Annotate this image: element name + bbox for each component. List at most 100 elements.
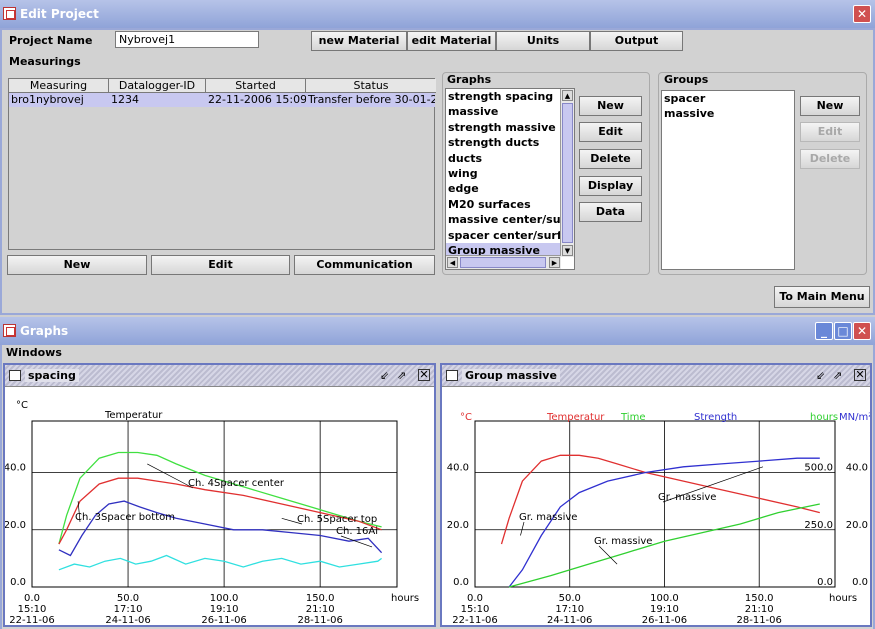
graphs-list-item[interactable]: ducts xyxy=(446,151,560,166)
close-icon[interactable]: ✕ xyxy=(418,369,430,381)
scroll-thumb[interactable] xyxy=(562,103,573,243)
new-material-button[interactable]: new Material xyxy=(311,31,407,51)
graph-data-button[interactable]: Data xyxy=(579,202,642,222)
y-tick-label: 0.0 xyxy=(10,577,26,588)
x-tick-label: 21:10 xyxy=(745,604,774,615)
graphs-list-item[interactable]: strength ducts xyxy=(446,135,560,150)
spacing-chart-titlebar[interactable]: spacing ⇙ ⇗ ✕ xyxy=(5,365,434,387)
y-tick-label-mid: 500.0 xyxy=(804,463,833,474)
windows-menu[interactable]: Windows xyxy=(6,346,62,359)
table-header-measuring[interactable]: Measuring xyxy=(9,79,109,93)
graphs-titlebar[interactable]: Graphs _ □ ✕ xyxy=(0,317,875,345)
x-tick-label: 50.0 xyxy=(559,593,581,604)
x-tick-label: 100.0 xyxy=(650,593,679,604)
graphs-list-item[interactable]: massive center/surface xyxy=(446,212,574,227)
x-tick-label: 0.0 xyxy=(467,593,483,604)
table-header-datalogger[interactable]: Datalogger-ID xyxy=(109,79,206,93)
annotation-label: Gr. massive xyxy=(519,512,577,523)
scroll-right-icon[interactable]: ▶ xyxy=(549,257,560,268)
group-edit-button[interactable]: Edit xyxy=(800,122,860,142)
legend-label: Temperatur xyxy=(546,412,605,423)
scroll-down-icon[interactable]: ▼ xyxy=(562,245,573,256)
close-icon[interactable]: ✕ xyxy=(853,322,871,340)
y-tick-label-mid: 250.0 xyxy=(804,520,833,531)
x-tick-label: 17:10 xyxy=(555,604,584,615)
graph-delete-button[interactable]: Delete xyxy=(579,149,642,169)
groups-list-item[interactable]: massive xyxy=(662,106,794,121)
groups-list[interactable]: spacer massive xyxy=(661,90,795,270)
table-cell-datalogger[interactable]: 1234 xyxy=(109,93,206,107)
scroll-left-icon[interactable]: ◀ xyxy=(447,257,458,268)
edit-project-titlebar[interactable]: Edit Project ✕ xyxy=(0,0,875,28)
maximize-icon[interactable]: ⇗ xyxy=(833,369,842,382)
x-tick-label: 26-11-06 xyxy=(642,615,687,626)
massive-chart-window[interactable]: Group massive ⇙ ⇗ ✕ 40.0 20.0 0.0 0.0 15:10 2… xyxy=(440,363,872,627)
x-tick-label: 50.0 xyxy=(117,593,139,604)
output-button[interactable]: Output xyxy=(590,31,683,51)
measuring-new-button[interactable]: New xyxy=(7,255,147,275)
restore-icon[interactable]: ⇙ xyxy=(380,369,389,382)
table-cell-status[interactable]: Transfer before 30-01-20... xyxy=(306,93,435,107)
close-icon[interactable]: ✕ xyxy=(854,369,866,381)
table-cell-measuring[interactable]: bro1nybrovej xyxy=(9,93,109,107)
close-icon[interactable]: ✕ xyxy=(853,5,871,23)
group-new-button[interactable]: New xyxy=(800,96,860,116)
spacing-chart-window[interactable]: spacing ⇙ ⇗ ✕ 40.0 20.0 0.0 0.0 15:10 22-11-0… xyxy=(3,363,436,627)
massive-chart: 40.020.00.00.015:1022-11-0650.017:1024-1… xyxy=(447,412,870,626)
x-tick-label: 28-11-06 xyxy=(297,615,342,626)
y-tick-label: 0.0 xyxy=(453,577,469,588)
graph-new-button[interactable]: New xyxy=(579,96,642,116)
graph-edit-button[interactable]: Edit xyxy=(579,122,642,142)
graphs-list-item[interactable]: strength massive xyxy=(446,120,560,135)
spacing-chart-title: spacing xyxy=(25,369,79,382)
graph-display-button[interactable]: Display xyxy=(579,176,642,196)
right-unit-label: MN/m² xyxy=(839,412,870,423)
scroll-up-icon[interactable]: ▲ xyxy=(562,90,573,101)
graphs-list-item[interactable]: edge xyxy=(446,181,560,196)
maximize-icon[interactable]: □ xyxy=(834,322,852,340)
massive-chart-titlebar[interactable]: Group massive ⇙ ⇗ ✕ xyxy=(442,365,870,387)
graphs-horizontal-scrollbar[interactable]: ◀ ▶ xyxy=(446,255,561,269)
y-tick-label: 20.0 xyxy=(447,520,469,531)
graphs-window-title: Graphs xyxy=(20,324,69,338)
x-tick-label: 22-11-06 xyxy=(452,615,497,626)
graphs-list-item[interactable]: wing xyxy=(446,166,560,181)
graphs-list-item[interactable]: spacer center/surface xyxy=(446,228,574,243)
to-main-menu-button[interactable]: To Main Menu xyxy=(774,286,870,308)
maximize-icon[interactable]: ⇗ xyxy=(397,369,406,382)
group-delete-button[interactable]: Delete xyxy=(800,149,860,169)
annotation-label: Ch. 4Spacer center xyxy=(188,478,285,489)
x-tick-label: 24-11-06 xyxy=(547,615,592,626)
x-tick-label: 21:10 xyxy=(306,604,335,615)
plot-area xyxy=(31,420,398,588)
communication-button[interactable]: Communication xyxy=(294,255,435,275)
annotation-label: Ch. 3Spacer bottom xyxy=(75,512,175,523)
restore-icon[interactable]: ⇙ xyxy=(816,369,825,382)
measurings-table[interactable]: Measuring Datalogger-ID Started Status b… xyxy=(8,78,436,250)
scroll-thumb-horizontal[interactable] xyxy=(460,257,546,268)
x-tick-label: 0.0 xyxy=(24,593,40,604)
table-header-status[interactable]: Status xyxy=(306,79,436,93)
x-tick-label: 150.0 xyxy=(306,593,335,604)
measurings-label: Measurings xyxy=(9,55,81,68)
app-icon xyxy=(3,324,16,337)
graphs-list[interactable]: strength spacing massive strength massiv… xyxy=(445,88,575,270)
x-tick-label: 100.0 xyxy=(210,593,239,604)
project-name-label: Project Name xyxy=(9,34,93,47)
x-unit-label: hours xyxy=(829,593,857,604)
x-tick-label: 17:10 xyxy=(114,604,143,615)
massive-chart-title: Group massive xyxy=(462,369,560,382)
graphs-list-item[interactable]: massive xyxy=(446,104,560,119)
x-tick-label: 26-11-06 xyxy=(201,615,246,626)
table-cell-started[interactable]: 22-11-2006 15:09 xyxy=(206,93,306,107)
groups-list-item[interactable]: spacer xyxy=(662,91,794,106)
table-header-started[interactable]: Started xyxy=(206,79,306,93)
minimize-icon[interactable]: _ xyxy=(815,322,833,340)
units-button[interactable]: Units xyxy=(496,31,590,51)
graphs-list-item[interactable]: M20 surfaces xyxy=(446,197,560,212)
graphs-vertical-scrollbar[interactable]: ▲ ▼ xyxy=(560,89,574,257)
graphs-list-item[interactable]: strength spacing xyxy=(446,89,560,104)
edit-material-button[interactable]: edit Material xyxy=(407,31,496,51)
measuring-edit-button[interactable]: Edit xyxy=(151,255,290,275)
project-name-input[interactable]: Nybrovej1 xyxy=(115,31,259,48)
